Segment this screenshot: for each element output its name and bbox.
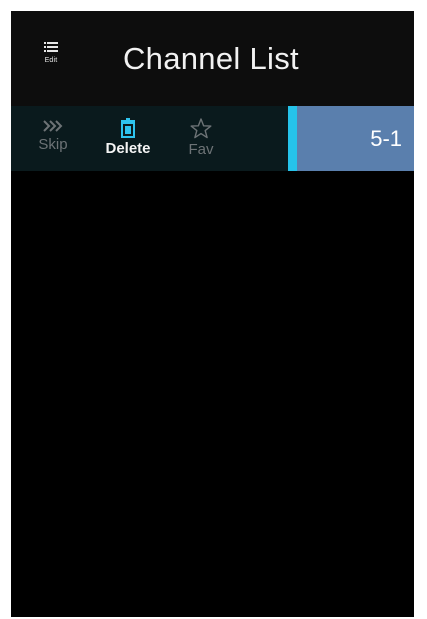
channel-list-screen: Edit Channel List Skip Delete Fav 5-1 <box>11 11 414 617</box>
fav-label: Fav <box>188 141 214 158</box>
list-edit-icon <box>44 42 58 52</box>
header-bar: Edit Channel List <box>11 11 414 106</box>
edit-button[interactable]: Edit <box>31 41 71 77</box>
skip-icon <box>43 120 63 132</box>
selection-indicator <box>288 106 297 171</box>
delete-label: Delete <box>105 140 151 157</box>
skip-label: Skip <box>38 136 68 153</box>
channel-number: 5-1 <box>370 126 402 151</box>
star-icon <box>190 118 212 139</box>
skip-button[interactable]: Skip <box>33 118 73 154</box>
trash-icon <box>121 118 135 138</box>
delete-button[interactable]: Delete <box>98 118 158 158</box>
page-title: Channel List <box>123 41 299 76</box>
channel-item-selected[interactable]: 5-1 <box>288 106 414 171</box>
edit-label: Edit <box>44 57 58 64</box>
fav-button[interactable]: Fav <box>183 118 219 159</box>
